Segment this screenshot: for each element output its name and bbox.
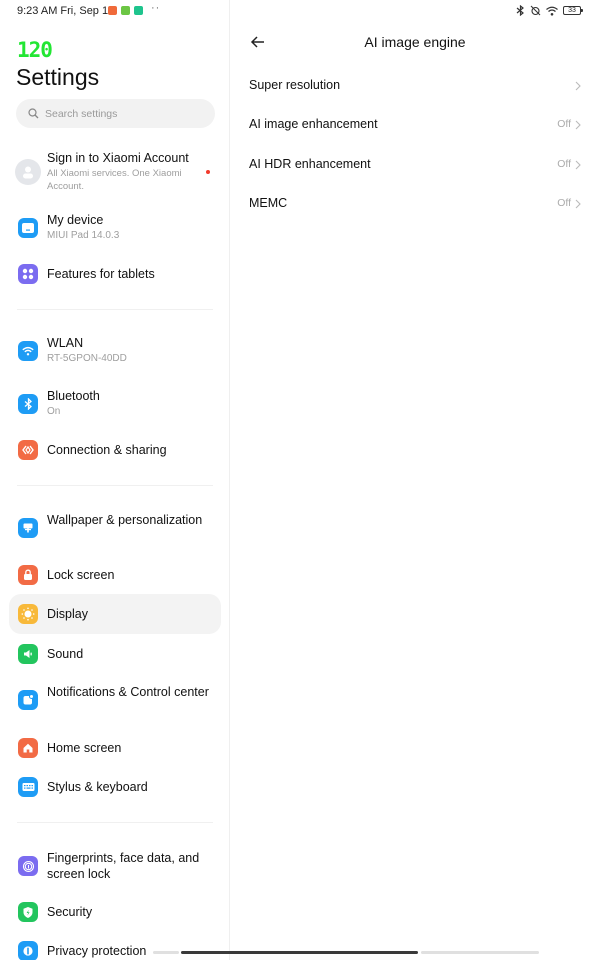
- divider: [17, 309, 213, 310]
- page-title: Settings: [16, 64, 100, 90]
- sidebar-item-sublabel: RT-5GPON-40DD: [47, 353, 127, 364]
- notification-dot: [206, 170, 210, 174]
- sidebar-item-label: Sign in to Xiaomi Account: [47, 151, 189, 165]
- sidebar-item-xiaomi-account[interactable]: Sign in to Xiaomi Account All Xiaomi ser…: [9, 150, 221, 194]
- chevron-right-icon: [575, 199, 581, 209]
- setting-label: AI image enhancement: [249, 117, 378, 131]
- sidebar-item-sublabel: All Xiaomi services. One Xiaomi Account.: [47, 168, 182, 192]
- privacy-icon: [18, 941, 38, 960]
- shield-icon: [18, 902, 38, 922]
- sidebar-item-wlan[interactable]: WLAN RT-5GPON-40DD: [9, 333, 221, 369]
- setting-value: Off: [557, 118, 571, 130]
- sidebar-item-features-for-tablets[interactable]: Features for tablets: [9, 261, 221, 287]
- bluetooth-icon: [18, 394, 38, 414]
- lock-icon: [18, 565, 38, 585]
- sidebar-item-label: Bluetooth: [47, 389, 100, 403]
- setting-label: MEMC: [249, 196, 288, 210]
- sidebar-item-my-device[interactable]: My device MIUI Pad 14.0.3: [9, 210, 221, 246]
- sidebar-item-wallpaper[interactable]: Wallpaper & personalization: [9, 510, 221, 546]
- keyboard-icon: [18, 777, 38, 797]
- tablet-icon: [18, 218, 38, 238]
- speaker-icon: [18, 644, 38, 664]
- left-pane-scroll-indicator: [153, 951, 179, 954]
- user-icon: [23, 166, 33, 179]
- sidebar-item-home-screen[interactable]: Home screen: [9, 735, 221, 761]
- detail-title: AI image engine: [364, 34, 466, 50]
- right-pane-scroll-indicator: [421, 951, 539, 954]
- sidebar-item-label: Lock screen: [47, 568, 115, 582]
- setting-label: Super resolution: [249, 78, 341, 92]
- sun-icon: [18, 604, 38, 624]
- sidebar-item-fingerprints[interactable]: Fingerprints, face data, and screen lock: [9, 848, 221, 884]
- search-bar[interactable]: [16, 99, 215, 128]
- sidebar-item-label: Home screen: [47, 741, 122, 755]
- sidebar-item-label: Sound: [47, 647, 84, 661]
- search-icon: [28, 108, 39, 119]
- setting-row-super-resolution[interactable]: Super resolution: [230, 68, 600, 104]
- setting-value: Off: [557, 158, 571, 170]
- setting-value: Off: [557, 197, 571, 209]
- home-icon: [18, 738, 38, 758]
- sidebar-item-sublabel: MIUI Pad 14.0.3: [47, 230, 120, 241]
- setting-label: AI HDR enhancement: [249, 157, 371, 171]
- gesture-home-bar[interactable]: [181, 951, 418, 954]
- divider: [17, 485, 213, 486]
- sidebar-item-display[interactable]: Display: [9, 594, 221, 634]
- detail-pane: AI image engine Super resolution AI imag…: [230, 0, 600, 960]
- sidebar-item-label: My device: [47, 213, 104, 227]
- chevron-right-icon: [575, 81, 581, 91]
- fps-overlay: 120: [17, 38, 53, 62]
- sidebar-item-notifications[interactable]: Notifications & Control center: [9, 682, 221, 718]
- sidebar-item-label: Wallpaper & personalization: [47, 513, 203, 527]
- wallpaper-icon: [18, 518, 38, 538]
- search-input[interactable]: [45, 107, 205, 120]
- setting-row-ai-hdr-enhancement[interactable]: AI HDR enhancement Off: [230, 147, 600, 183]
- setting-row-ai-image-enhancement[interactable]: AI image enhancement Off: [230, 107, 600, 143]
- chevron-right-icon: [575, 120, 581, 130]
- avatar: [15, 159, 41, 185]
- sidebar-item-label: Connection & sharing: [47, 443, 167, 457]
- sidebar-item-connection-sharing[interactable]: Connection & sharing: [9, 437, 221, 463]
- sidebar-item-stylus-keyboard[interactable]: Stylus & keyboard: [9, 774, 221, 800]
- sidebar-item-label: Features for tablets: [47, 267, 155, 281]
- setting-row-memc[interactable]: MEMC Off: [230, 186, 600, 222]
- wifi-icon: [18, 341, 38, 361]
- sidebar-item-security[interactable]: Security: [9, 899, 221, 925]
- sidebar-item-label: Stylus & keyboard: [47, 780, 148, 794]
- sidebar-item-privacy[interactable]: Privacy protection: [9, 938, 221, 960]
- sidebar-item-sublabel: On: [47, 406, 61, 417]
- divider: [17, 822, 213, 823]
- settings-sidebar: 120 Settings Sign in to Xiaomi Account A…: [0, 0, 229, 960]
- sidebar-item-label: WLAN: [47, 336, 84, 350]
- sidebar-item-lock-screen[interactable]: Lock screen: [9, 562, 221, 588]
- fingerprint-icon: [18, 856, 38, 876]
- sidebar-item-label: Security: [47, 905, 93, 919]
- chevron-right-icon: [575, 160, 581, 170]
- sidebar-item-sound[interactable]: Sound: [9, 641, 221, 667]
- sidebar-item-label: Notifications & Control center: [47, 685, 209, 699]
- sidebar-item-bluetooth[interactable]: Bluetooth On: [9, 386, 221, 422]
- sidebar-item-label: Display: [47, 607, 88, 621]
- connection-icon: [18, 440, 38, 460]
- grid-icon: [18, 264, 38, 284]
- sidebar-item-label: Fingerprints, face data, and screen lock: [47, 851, 200, 881]
- notification-icon: [18, 690, 38, 710]
